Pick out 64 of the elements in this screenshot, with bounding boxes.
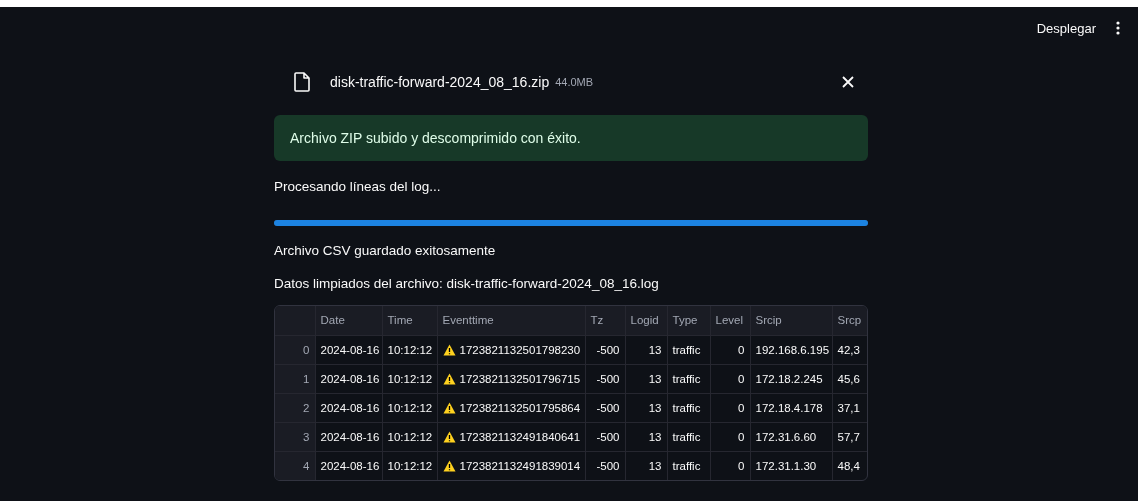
table-cell: 172.18.2.245 — [755, 372, 823, 385]
table-cell: 2024-08-16 — [320, 401, 380, 414]
data-title: Datos limpiados del archivo: disk-traffic-forward-2024_08_16.log — [274, 276, 660, 291]
table-cell: 13 — [648, 430, 662, 443]
table-cell: 10:12:12 — [387, 343, 433, 356]
saved-message: Archivo CSV guardado exitosamente — [274, 243, 497, 258]
column-header[interactable]: Eventtime — [442, 314, 494, 327]
table-cell: 172.18.4.178 — [755, 401, 823, 414]
table-cell: 2024-08-16 — [320, 372, 380, 385]
table-cell: -500 — [596, 372, 620, 385]
table-cell: 172.31.6.60 — [755, 430, 817, 443]
table-cell: 10:12:12 — [387, 401, 433, 414]
table-cell: 2024-08-16 — [320, 430, 380, 443]
table-cell: 2024-08-16 — [320, 459, 380, 472]
table-cell: 0 — [738, 459, 745, 472]
table-cell: 13 — [648, 459, 662, 472]
table-cell: 0 — [738, 430, 745, 443]
table-cell: traffic — [672, 372, 701, 385]
table-cell: 1723821132501798230 — [459, 343, 581, 356]
success-alert: Archivo ZIP subido y descomprimido con éxito. — [274, 115, 868, 161]
table-cell: 48,4 — [837, 459, 860, 472]
table-cell: 1723821132491840641 — [459, 430, 581, 443]
more-options-icon[interactable] — [1116, 21, 1120, 35]
table-cell: traffic — [672, 401, 701, 414]
table-cell: 1723821132491839014 — [459, 459, 581, 472]
table-cell: 10:12:12 — [387, 430, 433, 443]
table-cell: -500 — [596, 430, 620, 443]
table-cell: 2024-08-16 — [320, 343, 380, 356]
table-cell: 10:12:12 — [387, 372, 433, 385]
table-cell: 13 — [648, 343, 662, 356]
close-icon[interactable] — [842, 76, 854, 88]
row-index: 1 — [303, 372, 310, 385]
table-cell: 0 — [738, 372, 745, 385]
table-cell: 10:12:12 — [387, 459, 433, 472]
table-cell: traffic — [672, 430, 701, 443]
row-index: 2 — [303, 401, 310, 414]
table-cell: 172.31.1.30 — [755, 459, 817, 472]
table-cell: 1723821132501796715 — [459, 372, 581, 385]
table-cell: 0 — [738, 401, 745, 414]
row-index: 3 — [303, 430, 310, 443]
row-index: 4 — [303, 459, 310, 472]
table-cell: 57,7 — [837, 430, 860, 443]
table-cell: 42,3 — [837, 343, 860, 356]
deploy-button[interactable]: Desplegar — [1030, 16, 1102, 40]
file-size: 44.0MB — [555, 76, 594, 88]
table-cell: traffic — [672, 459, 701, 472]
column-header[interactable]: Tz — [590, 314, 604, 327]
file-icon — [294, 72, 310, 92]
table-cell: 45,6 — [837, 372, 860, 385]
table-cell: -500 — [596, 401, 620, 414]
table-cell: traffic — [672, 343, 701, 356]
status-text: Procesando líneas del log... — [274, 179, 442, 194]
table-cell: -500 — [596, 343, 620, 356]
table-cell: -500 — [596, 459, 620, 472]
table-cell: 0 — [738, 343, 745, 356]
file-name: disk-traffic-forward-2024_08_16.zip — [330, 74, 550, 90]
row-index: 0 — [303, 343, 310, 356]
column-header[interactable]: Srcip — [755, 314, 782, 327]
table-cell: 192.168.6.195 — [755, 343, 830, 356]
table-cell: 1723821132501795864 — [459, 401, 581, 414]
table-cell: 13 — [648, 372, 662, 385]
table-cell: 13 — [648, 401, 662, 414]
table-cell: 37,1 — [837, 401, 860, 414]
column-header[interactable]: Date — [320, 314, 345, 327]
